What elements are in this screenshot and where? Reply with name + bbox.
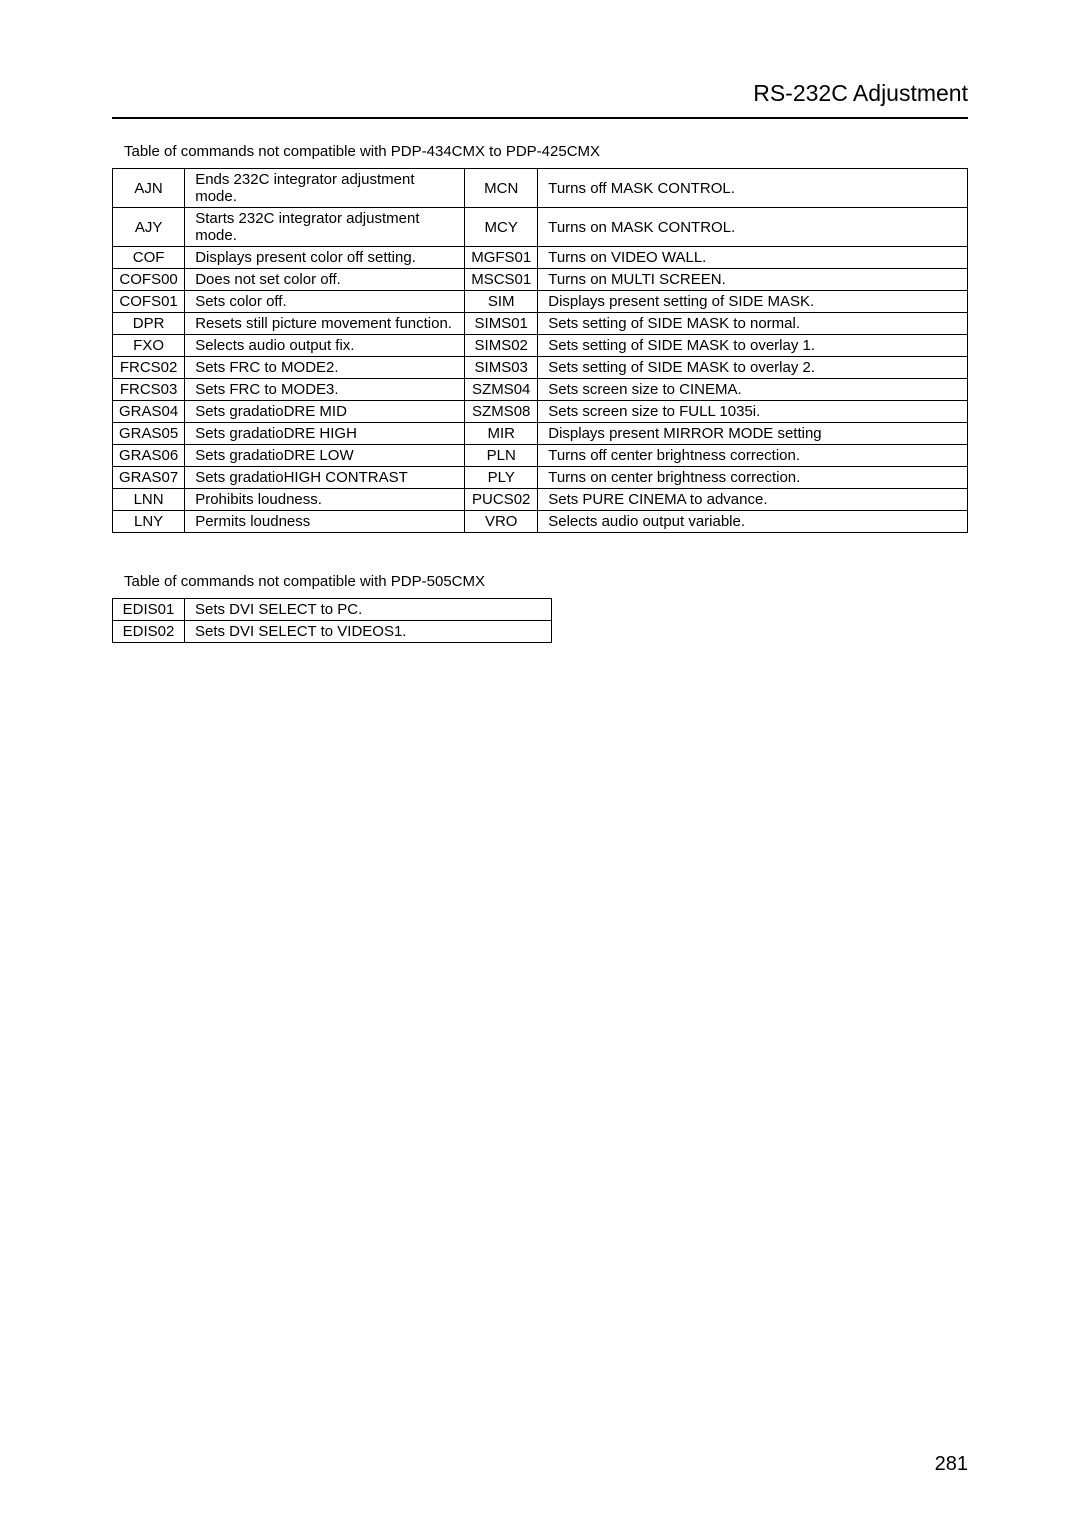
command-code: GRAS07	[113, 467, 185, 489]
table2-caption: Table of commands not compatible with PD…	[124, 573, 968, 590]
command-code: MIR	[465, 423, 538, 445]
command-code: AJN	[113, 169, 185, 208]
command-description: Sets DVI SELECT to VIDEOS1.	[185, 621, 552, 643]
command-description: Selects audio output fix.	[185, 335, 465, 357]
table-row: GRAS07Sets gradatioHIGH CONTRASTPLYTurns…	[113, 467, 968, 489]
command-code: GRAS04	[113, 401, 185, 423]
command-description: Sets gradatioDRE MID	[185, 401, 465, 423]
table-row: COFS00Does not set color off.MSCS01Turns…	[113, 269, 968, 291]
command-code: SIM	[465, 291, 538, 313]
page-title: RS-232C Adjustment	[112, 80, 968, 119]
command-code: COFS01	[113, 291, 185, 313]
command-code: MGFS01	[465, 247, 538, 269]
command-description: Sets setting of SIDE MASK to overlay 2.	[538, 357, 968, 379]
table1-caption: Table of commands not compatible with PD…	[124, 143, 968, 160]
command-code: PUCS02	[465, 489, 538, 511]
table-row: FXOSelects audio output fix.SIMS02Sets s…	[113, 335, 968, 357]
command-description: Sets PURE CINEMA to advance.	[538, 489, 968, 511]
commands-table-1: AJNEnds 232C integrator adjustment mode.…	[112, 168, 968, 533]
table-row: LNYPermits loudnessVROSelects audio outp…	[113, 511, 968, 533]
table-row: COFDisplays present color off setting.MG…	[113, 247, 968, 269]
command-code: AJY	[113, 208, 185, 247]
command-code: PLY	[465, 467, 538, 489]
command-description: Sets gradatioHIGH CONTRAST	[185, 467, 465, 489]
command-code: SIMS02	[465, 335, 538, 357]
table-row: COFS01Sets color off.SIMDisplays present…	[113, 291, 968, 313]
table-row: GRAS04Sets gradatioDRE MIDSZMS08Sets scr…	[113, 401, 968, 423]
command-code: GRAS05	[113, 423, 185, 445]
commands-table-2: EDIS01Sets DVI SELECT to PC.EDIS02Sets D…	[112, 598, 552, 643]
table-row: FRCS03Sets FRC to MODE3.SZMS04Sets scree…	[113, 379, 968, 401]
command-code: COF	[113, 247, 185, 269]
command-code: MSCS01	[465, 269, 538, 291]
command-code: SIMS03	[465, 357, 538, 379]
command-code: EDIS02	[113, 621, 185, 643]
table-row: LNNProhibits loudness.PUCS02Sets PURE CI…	[113, 489, 968, 511]
command-description: Displays present setting of SIDE MASK.	[538, 291, 968, 313]
command-code: LNY	[113, 511, 185, 533]
command-description: Sets FRC to MODE3.	[185, 379, 465, 401]
command-code: SZMS08	[465, 401, 538, 423]
command-description: Permits loudness	[185, 511, 465, 533]
command-code: FXO	[113, 335, 185, 357]
command-code: SZMS04	[465, 379, 538, 401]
command-code: VRO	[465, 511, 538, 533]
command-description: Does not set color off.	[185, 269, 465, 291]
table-row: AJYStarts 232C integrator adjustment mod…	[113, 208, 968, 247]
command-code: DPR	[113, 313, 185, 335]
command-description: Sets DVI SELECT to PC.	[185, 599, 552, 621]
command-code: FRCS02	[113, 357, 185, 379]
command-description: Prohibits loudness.	[185, 489, 465, 511]
command-description: Sets gradatioDRE LOW	[185, 445, 465, 467]
command-code: EDIS01	[113, 599, 185, 621]
table-row: GRAS06Sets gradatioDRE LOWPLNTurns off c…	[113, 445, 968, 467]
command-description: Selects audio output variable.	[538, 511, 968, 533]
command-description: Turns on MULTI SCREEN.	[538, 269, 968, 291]
table-row: EDIS02Sets DVI SELECT to VIDEOS1.	[113, 621, 552, 643]
table-row: FRCS02Sets FRC to MODE2.SIMS03Sets setti…	[113, 357, 968, 379]
command-description: Turns off MASK CONTROL.	[538, 169, 968, 208]
command-description: Sets gradatioDRE HIGH	[185, 423, 465, 445]
command-description: Displays present color off setting.	[185, 247, 465, 269]
command-description: Sets setting of SIDE MASK to overlay 1.	[538, 335, 968, 357]
table-row: GRAS05Sets gradatioDRE HIGHMIRDisplays p…	[113, 423, 968, 445]
command-description: Resets still picture movement function.	[185, 313, 465, 335]
table-row: DPRResets still picture movement functio…	[113, 313, 968, 335]
command-description: Turns off center brightness correction.	[538, 445, 968, 467]
table-row: EDIS01Sets DVI SELECT to PC.	[113, 599, 552, 621]
command-code: PLN	[465, 445, 538, 467]
command-description: Sets screen size to CINEMA.	[538, 379, 968, 401]
command-code: GRAS06	[113, 445, 185, 467]
command-description: Sets screen size to FULL 1035i.	[538, 401, 968, 423]
table-row: AJNEnds 232C integrator adjustment mode.…	[113, 169, 968, 208]
command-description: Starts 232C integrator adjustment mode.	[185, 208, 465, 247]
command-description: Sets FRC to MODE2.	[185, 357, 465, 379]
command-description: Turns on MASK CONTROL.	[538, 208, 968, 247]
command-description: Ends 232C integrator adjustment mode.	[185, 169, 465, 208]
command-description: Turns on center brightness correction.	[538, 467, 968, 489]
command-description: Sets setting of SIDE MASK to normal.	[538, 313, 968, 335]
command-code: MCY	[465, 208, 538, 247]
command-description: Sets color off.	[185, 291, 465, 313]
command-code: FRCS03	[113, 379, 185, 401]
command-description: Turns on VIDEO WALL.	[538, 247, 968, 269]
page-number: 281	[935, 1453, 968, 1476]
command-description: Displays present MIRROR MODE setting	[538, 423, 968, 445]
command-code: MCN	[465, 169, 538, 208]
command-code: SIMS01	[465, 313, 538, 335]
command-code: LNN	[113, 489, 185, 511]
command-code: COFS00	[113, 269, 185, 291]
